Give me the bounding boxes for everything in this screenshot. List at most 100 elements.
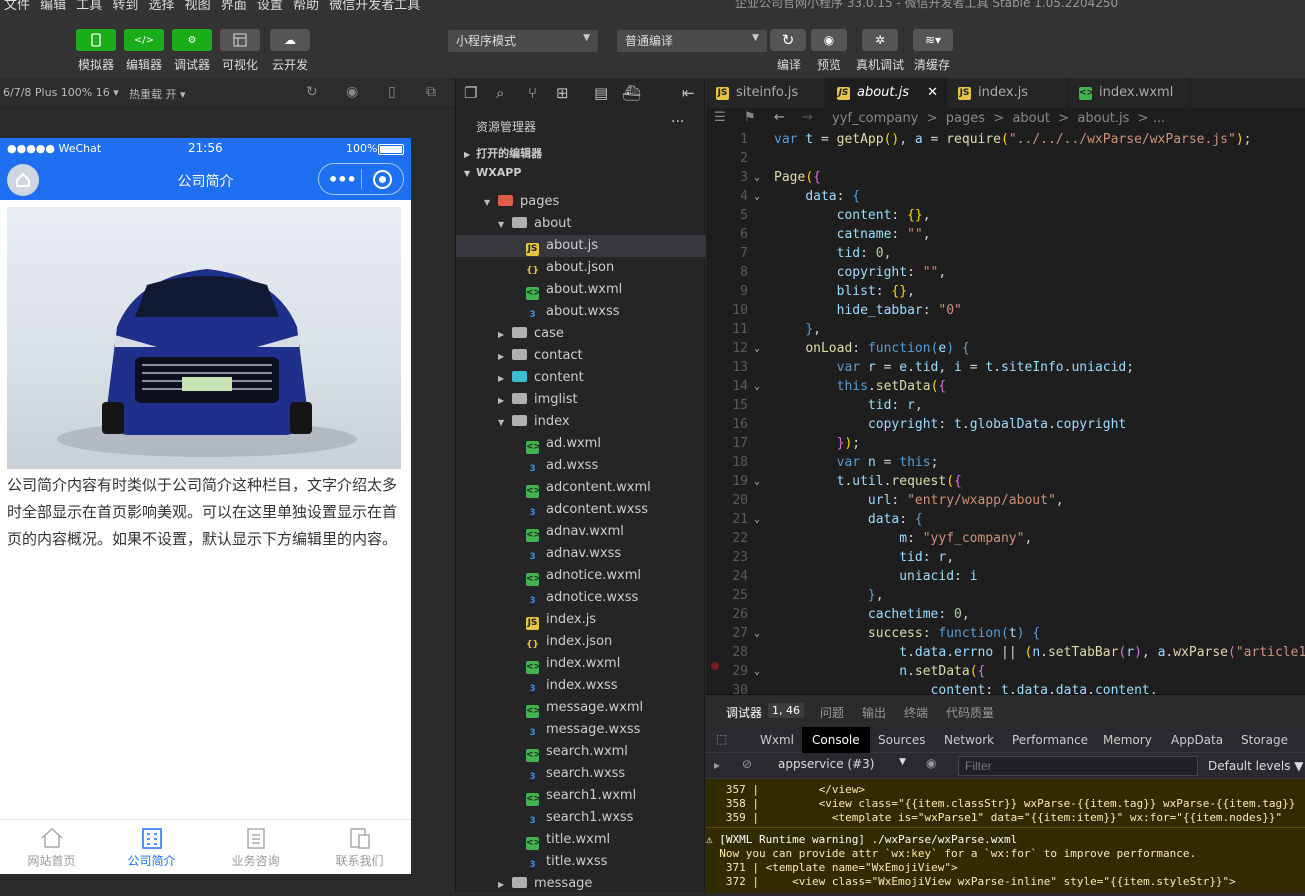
cloud-button[interactable]: ☁ — [270, 29, 310, 51]
phone-icon[interactable]: ▯ — [388, 84, 396, 100]
tree-folder[interactable]: ▶ contact — [456, 345, 706, 367]
tree-file[interactable]: {} index.json — [456, 631, 706, 653]
tree-file[interactable]: JS index.js — [456, 609, 706, 631]
tree-file[interactable]: 3 index.wxss — [456, 675, 706, 697]
tree-file[interactable]: 3 title.wxss — [456, 851, 706, 873]
code-line[interactable]: 20 url: "entry/wxapp/about", — [706, 491, 1305, 510]
tab-output[interactable]: 输出 — [862, 704, 886, 721]
fold-chevron-icon[interactable]: ⌄ — [754, 472, 760, 491]
code-line[interactable]: 6 catname: "", — [706, 225, 1305, 244]
code-line[interactable]: 12 ⌄ onLoad: function(e) { — [706, 339, 1305, 358]
close-icon[interactable]: ✕ — [927, 78, 938, 108]
fold-chevron-icon[interactable]: ⌄ — [754, 624, 760, 643]
tab-siteinfo-js[interactable]: JS siteinfo.js — [706, 78, 826, 108]
code-line[interactable]: 9 blist: {}, — [706, 282, 1305, 301]
tree-file[interactable]: <> adnav.wxml — [456, 521, 706, 543]
code-line[interactable]: 3 ⌄ Page({ — [706, 168, 1305, 187]
tree-file[interactable]: 3 adnotice.wxss — [456, 587, 706, 609]
code-line[interactable]: 16 copyright: t.globalData.copyright — [706, 415, 1305, 434]
code-line[interactable]: 7 tid: 0, — [706, 244, 1305, 263]
chevron-right-icon[interactable]: ▶ — [498, 346, 506, 368]
code-line[interactable]: 18 var n = this; — [706, 453, 1305, 472]
search-icon[interactable]: ⌕ — [496, 84, 504, 102]
forward-icon[interactable]: → — [802, 110, 813, 125]
editor-button[interactable]: </> — [124, 29, 164, 51]
files-icon[interactable]: ❐ — [464, 84, 477, 102]
open-editors-section[interactable]: ▶ 打开的编辑器 — [456, 143, 706, 165]
tree-file[interactable]: 3 ad.wxss — [456, 455, 706, 477]
eye-icon[interactable]: ◉ — [926, 756, 936, 770]
tab-consult[interactable]: 业务咨询 — [204, 820, 307, 874]
tree-file[interactable]: 3 search.wxss — [456, 763, 706, 785]
context-select[interactable]: appservice (#3) ▼ — [770, 755, 910, 775]
code-line[interactable]: 1 var t = getApp(), a = require("../../..… — [706, 130, 1305, 149]
code-line[interactable]: 23 tid: r, — [706, 548, 1305, 567]
code-line[interactable]: 14 ⌄ this.setData({ — [706, 377, 1305, 396]
tab-problems[interactable]: 问题 — [820, 704, 844, 721]
close-mini-icon[interactable] — [373, 170, 392, 189]
breadcrumb-path[interactable]: yyf_company > pages > about > about.js >… — [832, 111, 1165, 126]
device-select[interactable]: 6/7/8 Plus 100% 16 ▾ — [3, 86, 119, 99]
tree-file[interactable]: <> index.wxml — [456, 653, 706, 675]
more-actions-icon[interactable]: ··· — [671, 114, 684, 130]
tab-about[interactable]: 公司简介 — [100, 820, 203, 874]
tree-folder[interactable]: ▶ imglist — [456, 389, 706, 411]
code-area[interactable]: 1 var t = getApp(), a = require("../../..… — [706, 130, 1305, 694]
code-line[interactable]: 25 }, — [706, 586, 1305, 605]
more-icon[interactable]: ••• — [328, 170, 357, 189]
tree-file[interactable]: 3 message.wxss — [456, 719, 706, 741]
devtab-memory[interactable]: Memory — [1093, 727, 1162, 753]
code-line[interactable]: 30 content: t.data.data.content, — [706, 681, 1305, 694]
code-line[interactable]: 21 ⌄ data: { — [706, 510, 1305, 529]
devtab-network[interactable]: Network — [934, 727, 1004, 753]
compile-select[interactable]: 普通编译 ▼ — [617, 30, 767, 52]
code-line[interactable]: 15 tid: r, — [706, 396, 1305, 415]
clear-cache-button[interactable]: ≋▾ — [913, 29, 953, 51]
log-levels-select[interactable]: Default levels ▼ — [1208, 759, 1304, 773]
tab-home[interactable]: 网站首页 — [0, 820, 103, 874]
inspect-icon[interactable]: ⬚ — [716, 732, 727, 746]
tab-index-wxml[interactable]: <> index.wxml — [1069, 78, 1191, 108]
rotate-icon[interactable]: ↻ — [306, 84, 318, 100]
chevron-down-icon[interactable]: ▼ — [498, 412, 506, 434]
devtab-storage[interactable]: Storage — [1231, 727, 1298, 753]
tree-folder[interactable]: ▼ index — [456, 411, 706, 433]
tree-file[interactable]: <> message.wxml — [456, 697, 706, 719]
code-line[interactable]: 11 }, — [706, 320, 1305, 339]
tree-file[interactable]: <> search.wxml — [456, 741, 706, 763]
tree-file[interactable]: <> search1.wxml — [456, 785, 706, 807]
storage-icon[interactable]: ▤ — [594, 84, 608, 102]
tab-index-js[interactable]: JS index.js — [948, 78, 1068, 108]
fold-chevron-icon[interactable]: ⌄ — [754, 662, 760, 681]
tree-file[interactable]: <> adnotice.wxml — [456, 565, 706, 587]
tab-terminal[interactable]: 终端 — [904, 704, 928, 721]
code-line[interactable]: 22 m: "yyf_company", — [706, 529, 1305, 548]
code-line[interactable]: 10 hide_tabbar: "0" — [706, 301, 1305, 320]
tree-file[interactable]: 3 search1.wxss — [456, 807, 706, 829]
breakpoint-marker[interactable] — [711, 662, 719, 670]
tab-about-js[interactable]: JS about.js ✕ — [827, 78, 947, 108]
record-icon[interactable]: ◉ — [346, 84, 358, 100]
tree-file[interactable]: 3 adnav.wxss — [456, 543, 706, 565]
remote-debug-button[interactable]: ✲ — [862, 29, 898, 51]
tree-file[interactable]: {} about.json — [456, 257, 706, 279]
sidebar-toggle-icon[interactable]: ▸ — [714, 758, 720, 772]
back-icon[interactable]: ← — [774, 110, 785, 125]
fold-chevron-icon[interactable]: ⌄ — [754, 187, 760, 206]
devtab-appdata[interactable]: AppData — [1161, 727, 1233, 753]
devtab-sources[interactable]: Sources — [868, 727, 935, 753]
tree-file[interactable]: <> adcontent.wxml — [456, 477, 706, 499]
fold-chevron-icon[interactable]: ⌄ — [754, 510, 760, 529]
filter-input[interactable] — [958, 756, 1198, 776]
tree-folder[interactable]: ▶ content — [456, 367, 706, 389]
tree-file[interactable]: <> about.wxml — [456, 279, 706, 301]
code-line[interactable]: 8 copyright: "", — [706, 263, 1305, 282]
hotreload-toggle[interactable]: 热重载 开 ▾ — [129, 86, 186, 102]
fold-chevron-icon[interactable]: ⌄ — [754, 168, 760, 187]
menu-items[interactable]: 文件 编辑 工具 转到 选择 视图 界面 设置 帮助 微信开发者工具 — [4, 0, 420, 10]
fold-chevron-icon[interactable]: ⌄ — [754, 339, 760, 358]
wxapp-section[interactable]: ▼ WXAPP — [456, 165, 706, 181]
tree-file[interactable]: JS about.js — [456, 235, 706, 257]
simulator-button[interactable] — [76, 29, 116, 51]
collapse-panel-icon[interactable]: ⇤ — [682, 84, 695, 102]
